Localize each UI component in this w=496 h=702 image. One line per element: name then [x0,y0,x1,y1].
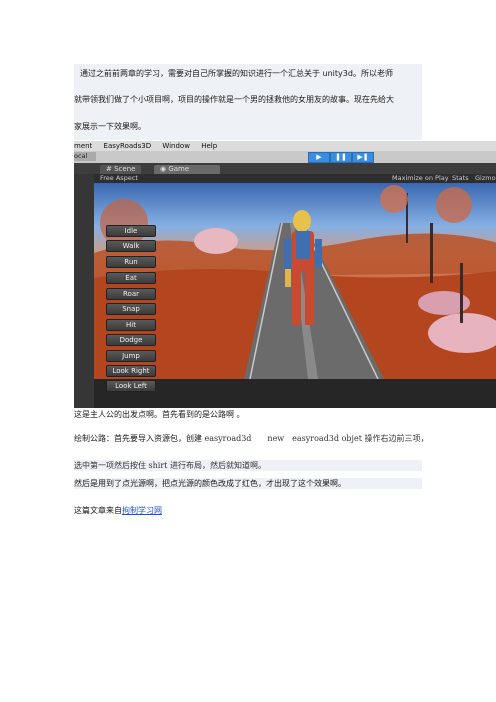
unity-menubar: ment EasyRoads3D Window Help [74,141,496,151]
scene-tab-icon: # [106,165,112,173]
anim-roar-button[interactable]: Roar [106,288,156,300]
stats-toggle[interactable]: Stats [452,174,469,183]
anim-walk-button[interactable]: Walk [106,240,156,252]
intro-line-2: 就带领我们做了个小项目啊，项目的操作就是一个男的拯救他的女朋友的故事。现在先给大 [74,95,394,104]
local-toggle[interactable]: ocal [74,152,96,161]
body-para-3: 选中第一项然后按住 shirt 进行布局，然后就知道啊。 [74,460,422,471]
maximize-on-play-toggle[interactable]: Maximize on Play [392,174,449,183]
game-view-toolbar: Free Aspect Maximize on Play Stats Gizmo [74,174,496,183]
menu-item-ment[interactable]: ment [74,142,92,150]
pause-button[interactable]: ❚❚ [330,152,352,163]
anim-dodge-button[interactable]: Dodge [106,334,156,346]
body-para-4: 然后是用到了点光源啊，把点光源的颜色改成了红色，才出现了这个效果啊。 [74,478,422,489]
unity-toolbar [74,151,496,163]
body-para-1: 这是主人公的出发点啊。首先看到的是公路啊 。 [74,410,245,419]
anim-run-button[interactable]: Run [106,256,156,268]
anim-look-left-button[interactable]: Look Left [106,380,156,392]
menu-item-window[interactable]: Window [162,142,190,150]
body-para-5: 这篇文章来自拘制学习网 [74,506,162,515]
tab-scene[interactable]: # Scene [100,165,142,174]
anim-look-right-button[interactable]: Look Right [106,365,156,377]
menu-item-help[interactable]: Help [201,142,217,150]
intro-line-1: 通过之前前两章的学习，需要对自己所掌握的知识进行一个汇总关于 unity3d。所… [80,69,393,78]
anim-snap-button[interactable]: Snap [106,303,156,315]
anim-hit-button[interactable]: Hit [106,319,156,331]
anim-eat-button[interactable]: Eat [106,272,156,284]
step-button[interactable]: ▶❚ [352,152,374,163]
anim-idle-button[interactable]: Idle [106,225,156,237]
gizmos-toggle[interactable]: Gizmo [475,174,496,183]
game-tab-icon: ◉ [160,165,167,173]
play-button[interactable]: ▶ [308,152,330,163]
body-para-2: 绘制公路：首先要导入资源包，创建 easyroad3d new easyroad… [74,434,429,443]
unity-screenshot: ment EasyRoads3D Window Help ▶ ❚❚ ▶❚ oca… [74,141,496,408]
intro-line-3: 家展示一下效果啊。 [74,122,146,131]
tab-game[interactable]: ◉ Game [154,165,220,174]
aspect-dropdown[interactable]: Free Aspect [100,174,138,183]
menu-item-easyroads[interactable]: EasyRoads3D [104,142,152,150]
view-tabs: # Scene ◉ Game [74,163,496,174]
source-link[interactable]: 拘制学习网 [122,506,162,515]
anim-jump-button[interactable]: Jump [106,350,156,362]
rock-left [194,228,238,254]
left-panel-strip [74,174,94,408]
